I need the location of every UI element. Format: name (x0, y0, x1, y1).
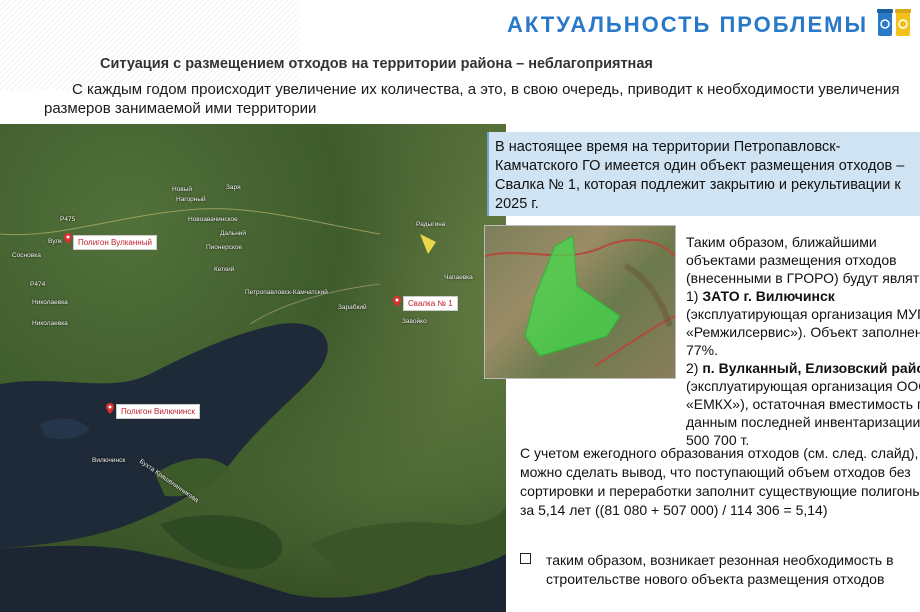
site2-details: (эксплуатирующая организация ООО «ЕМКХ»)… (686, 378, 920, 448)
intro-paragraph: С каждым годом происходит увеличение их … (44, 81, 900, 117)
map-place-label: Новый (172, 186, 193, 193)
map-road-label: Р474 (30, 281, 46, 288)
conclusion-paragraph: С учетом ежегодного образования отходов … (520, 445, 920, 518)
decorative-stripes (0, 0, 300, 90)
map-place-label: Радыгина (416, 221, 446, 228)
bullet-text: таким образом, возникает резонная необхо… (546, 552, 894, 587)
marker-label-vulkanny[interactable]: Полигон Вулканный (73, 235, 157, 250)
callout-text: В настоящее время на территории Петропав… (495, 139, 905, 212)
satellite-map: Новый Заря Нагорный Новоавачинское Дальн… (0, 124, 506, 612)
site1-number: 1) (686, 288, 703, 304)
map-place-label: Вулк (48, 238, 63, 245)
site1-details: (эксплуатирующая организация МУП «Ремжил… (686, 306, 920, 358)
site2-name: п. Вулканный, Елизовский район (702, 360, 920, 376)
map-pin-icon[interactable] (106, 403, 114, 414)
landfill-site-graphic (485, 235, 675, 367)
map-place-label: Заря (226, 184, 241, 191)
marker-label-svalka[interactable]: Свалка № 1 (403, 296, 458, 311)
landfill-aerial-photo (484, 225, 676, 379)
site1-name: ЗАТО г. Вилючинск (702, 288, 835, 304)
recycle-bins-icon (877, 9, 911, 36)
checkbox-bullet-icon (520, 553, 531, 564)
sites-lead: Таким образом, ближайшими объектами разм… (686, 234, 920, 286)
map-place-label: Новоавачинское (188, 216, 238, 223)
map-place-label: Петропавловск-Камчатский (245, 289, 328, 296)
map-place-label: Вилючинск (92, 457, 126, 464)
map-place-label: Сосновка (12, 252, 41, 259)
map-place-label: Пионерское (206, 244, 243, 251)
map-place-label: Завойко (402, 318, 427, 325)
map-place-label: Николаевка (32, 320, 68, 327)
site2-number: 2) (686, 360, 703, 376)
map-place-label: Дальний (220, 230, 247, 237)
map-terrain (0, 208, 506, 612)
nearest-sites-text: Таким образом, ближайшими объектами разм… (686, 233, 920, 449)
page-title: АКТУАЛЬНОСТЬ ПРОБЛЕМЫ (507, 12, 868, 37)
map-road-label: Р475 (60, 216, 76, 223)
map-place-label: Николаевка (32, 299, 68, 306)
map-place-label: Кеткий (214, 266, 235, 273)
map-place-label: Нагорный (176, 196, 206, 203)
map-place-label: Зарабкий (338, 304, 367, 311)
section-subtitle: Ситуация с размещением отходов на террит… (100, 56, 653, 72)
marker-label-vilyuchinsk[interactable]: Полигон Вилючинск (116, 404, 200, 419)
map-place-label: Чапаевка (444, 274, 473, 281)
map-pin-icon[interactable] (393, 296, 401, 307)
map-pin-icon[interactable] (64, 233, 72, 244)
